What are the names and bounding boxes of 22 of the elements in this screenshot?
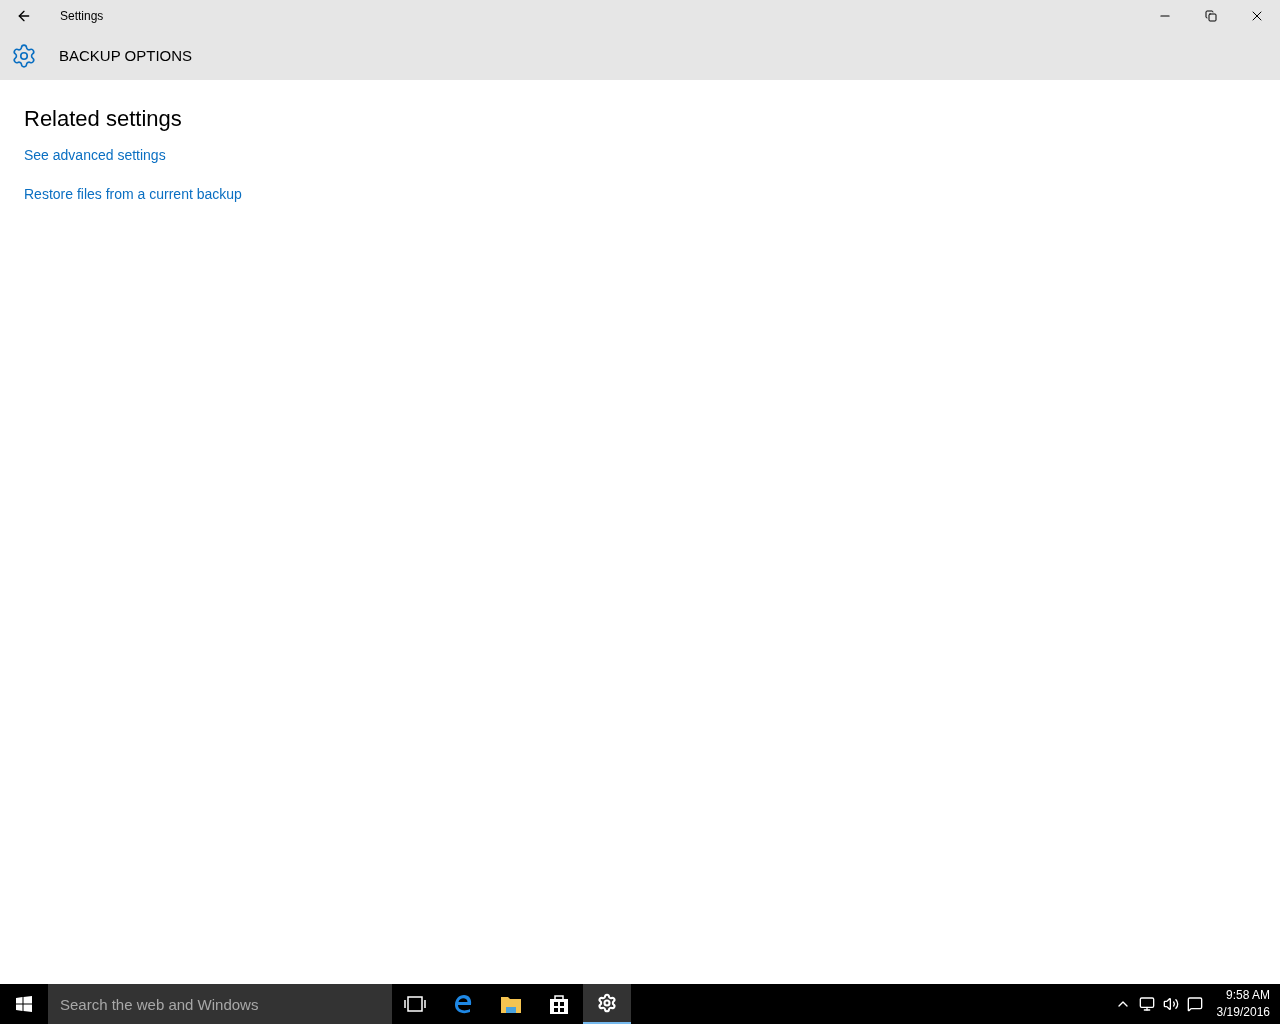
clock-date: 3/19/2016 xyxy=(1216,1004,1270,1021)
task-view-icon xyxy=(404,996,426,1012)
search-field[interactable]: Search the web and Windows xyxy=(48,984,392,1024)
settings-link[interactable]: See advanced settings xyxy=(24,145,166,165)
section-heading: Related settings xyxy=(24,105,182,133)
gear-icon xyxy=(11,43,37,69)
folder-icon xyxy=(500,994,522,1014)
clock-time: 9:58 AM xyxy=(1225,987,1270,1004)
volume-icon[interactable] xyxy=(1162,996,1179,1012)
network-icon[interactable] xyxy=(1138,996,1155,1012)
settings-link[interactable]: Restore files from a current backup xyxy=(24,184,242,204)
clock[interactable]: 9:58 AM 3/19/2016 xyxy=(1216,987,1270,1021)
letter-e-icon xyxy=(452,993,474,1015)
restore-icon xyxy=(1205,10,1217,22)
page-title: BACKUP OPTIONS xyxy=(59,45,193,66)
window-title: Settings xyxy=(60,8,104,25)
taskbar-app[interactable] xyxy=(583,984,631,1024)
shopping-bag-icon xyxy=(549,993,569,1015)
windows-logo-icon xyxy=(16,996,32,1012)
back-arrow-icon xyxy=(16,8,32,24)
gear-icon xyxy=(597,993,617,1013)
notifications-icon[interactable] xyxy=(1186,996,1203,1012)
